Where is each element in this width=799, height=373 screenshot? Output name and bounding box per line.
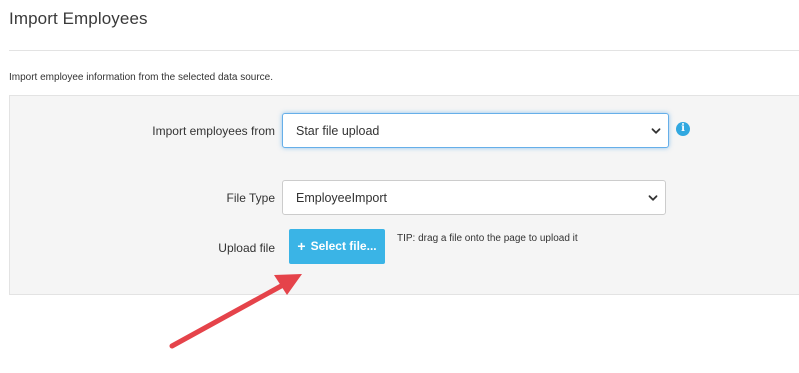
import-source-label: Import employees from (152, 124, 275, 138)
import-source-select[interactable]: Star file upload (282, 113, 669, 148)
page-description: Import employee information from the sel… (9, 72, 274, 83)
file-type-label: File Type (226, 191, 275, 205)
file-type-select[interactable]: EmployeeImport (282, 180, 666, 215)
select-file-label: Select file... (310, 238, 377, 253)
upload-tip: TIP: drag a file onto the page to upload… (397, 233, 578, 244)
upload-file-label: Upload file (218, 241, 275, 255)
title-divider (9, 50, 799, 51)
plus-icon: + (297, 237, 306, 254)
page-title: Import Employees (9, 9, 148, 28)
chevron-down-icon (651, 127, 661, 134)
file-type-value: EmployeeImport (296, 190, 388, 205)
info-icon[interactable]: i (676, 122, 690, 136)
import-source-value: Star file upload (296, 123, 380, 138)
chevron-down-icon (648, 194, 658, 201)
select-file-button[interactable]: + Select file... (289, 229, 385, 264)
